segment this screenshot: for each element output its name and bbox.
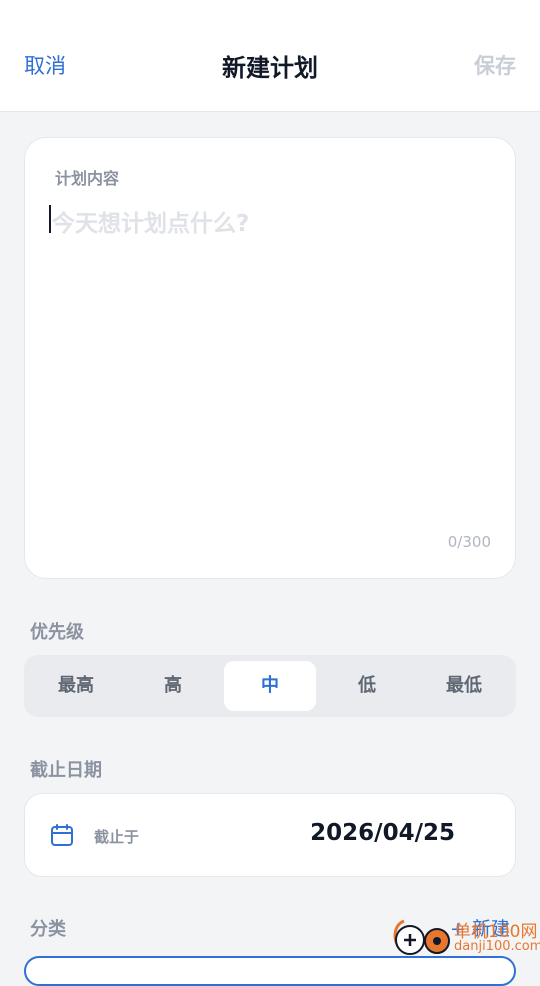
- due-date-field[interactable]: 截止于 2026/04/25: [24, 793, 516, 877]
- watermark: 单机100网 danji100.com: [390, 915, 540, 960]
- due-date-section-label: 截止日期: [30, 760, 102, 781]
- due-date-field-label: 截止于: [94, 828, 140, 846]
- plan-content-label: 计划内容: [55, 169, 120, 188]
- watermark-subtitle: danji100.com: [454, 939, 540, 954]
- character-counter: 0/300: [447, 533, 491, 551]
- priority-option-highest[interactable]: 最高: [30, 661, 122, 711]
- page-title: 新建计划: [222, 54, 318, 82]
- category-field[interactable]: [24, 956, 516, 986]
- priority-option-medium[interactable]: 中: [224, 661, 316, 711]
- calendar-icon: [51, 824, 73, 846]
- plan-content-input[interactable]: 今天想计划点什么?: [52, 204, 249, 238]
- priority-section-label: 优先级: [30, 622, 84, 643]
- priority-option-lowest[interactable]: 最低: [418, 661, 510, 711]
- top-nav-bar: 取消 新建计划 保存: [0, 0, 540, 112]
- priority-segmented-control: 最高 高 中 低 最低: [24, 655, 516, 717]
- save-button[interactable]: 保存: [474, 50, 516, 80]
- text-cursor: [49, 205, 51, 233]
- priority-option-low[interactable]: 低: [321, 661, 413, 711]
- due-date-value: 2026/04/25: [310, 820, 455, 846]
- watermark-logo-icon: [393, 919, 450, 955]
- category-section-label: 分类: [30, 919, 66, 940]
- priority-option-high[interactable]: 高: [127, 661, 219, 711]
- plan-content-card[interactable]: 计划内容 今天想计划点什么? 0/300: [24, 137, 516, 579]
